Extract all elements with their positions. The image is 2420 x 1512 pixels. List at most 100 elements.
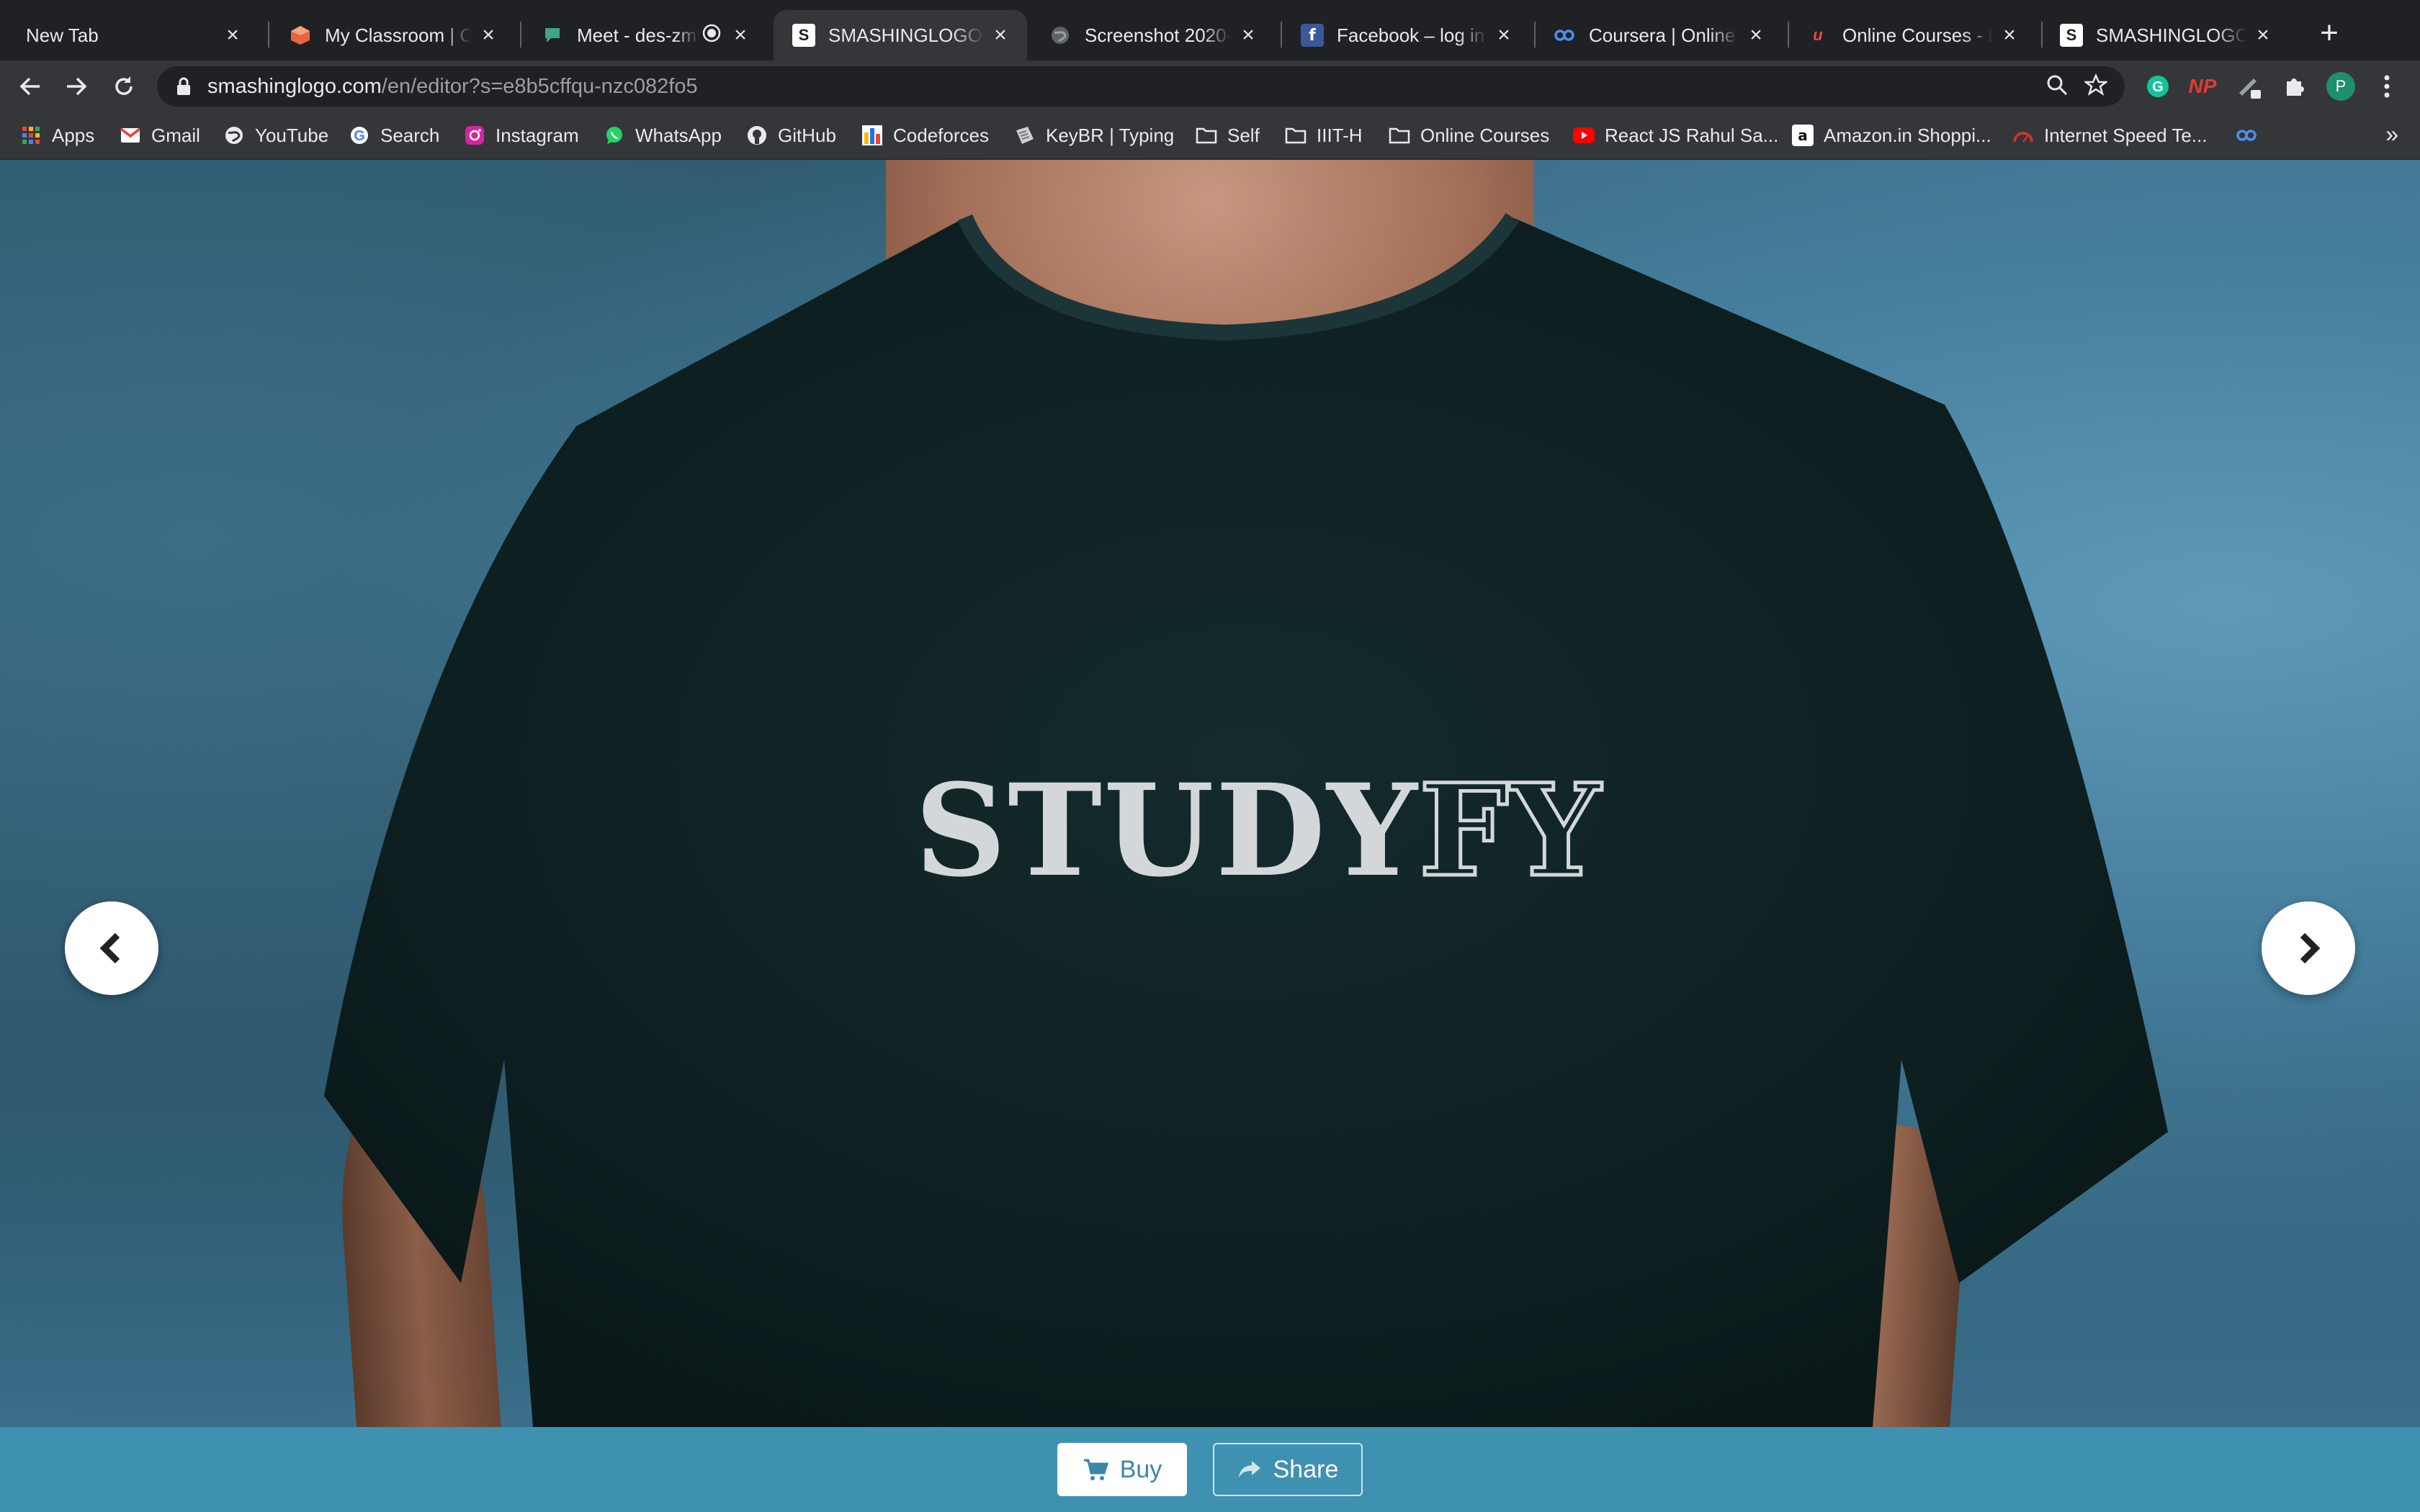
bookmark-label: Gmail [151,124,200,146]
new-tab-button[interactable]: + [2312,16,2347,50]
bookmark-label: IIIT-H [1317,124,1363,146]
tab-title: Coursera | Online Courses [1589,24,1739,46]
close-icon[interactable]: × [730,23,751,48]
bookmark-label: Online Courses [1420,124,1550,146]
facebook-icon: f [1301,24,1324,47]
forward-button[interactable] [58,68,95,105]
tab-smashinglogo-active[interactable]: S SMASHINGLOGO | Editor × [774,10,1027,60]
reload-icon [115,76,133,95]
profile-avatar[interactable]: P [2325,71,2357,102]
bookmark-label: Codeforces [893,124,989,146]
folder-icon [1389,125,1410,146]
close-icon[interactable]: × [1237,23,1259,48]
bookmark-folder-online-courses[interactable]: Online Courses [1389,121,1549,150]
bookmark-react-js[interactable]: React JS Rahul Sa... [1573,121,1778,150]
keybr-icon [1014,125,1036,146]
bookmark-instagram[interactable]: Instagram [464,121,579,150]
lock-icon [176,77,192,96]
logo-outline-part: FY [1417,756,1603,905]
folder-icon [1196,125,1217,146]
tab-new-tab[interactable]: New Tab × [7,10,259,60]
bookmark-label: YouTube [255,124,329,146]
chevron-right-icon [2300,932,2321,964]
udemy-icon: u [1813,26,1823,44]
bookmark-star-icon[interactable] [2083,73,2109,100]
tab-title: Facebook – log in or sign up [1337,24,1487,46]
pen-extension-icon[interactable] [2233,71,2264,102]
bookmark-folder-iiit-h[interactable]: IIIT-H [1285,121,1363,150]
extensions-puzzle-icon[interactable] [2279,71,2311,102]
design-logo-text: STUDY FY [915,750,1603,905]
bookmark-gmail[interactable]: Gmail [120,121,200,150]
tab-title: SMASHINGLOGO | Editor [828,24,984,46]
tab-screenshot[interactable]: Screenshot 2020-10 × [1030,10,1275,60]
bookmark-label: Instagram [496,124,579,146]
url-path: /en/editor?s=e8b5cffqu-nzc082fo5 [381,74,698,98]
bookmark-amazon[interactable]: a Amazon.in Shoppi... [1792,121,1991,150]
svg-text:G: G [354,128,365,144]
bookmark-github[interactable]: GitHub [746,121,836,150]
bookmarks-overflow-button[interactable]: » [2385,121,2398,148]
arrow-left-icon [19,77,40,96]
google-icon: G [349,125,370,146]
bookmark-label: Apps [52,124,95,146]
svg-text:G: G [2152,79,2164,95]
bookmark-whatsapp[interactable]: WhatsApp [604,121,722,150]
bookmark-keybr[interactable]: KeyBR | Typing [1014,121,1174,150]
back-button[interactable] [12,68,49,105]
menu-kebab-icon[interactable] [2371,71,2403,102]
bookmark-codeforces[interactable]: Codeforces [861,121,989,150]
buy-button[interactable]: Buy [1057,1443,1187,1496]
tab-title: Meet - des-zmh [577,24,699,46]
github-icon [746,125,768,146]
tab-facebook[interactable]: f Facebook – log in or sign up × [1282,10,1531,60]
chevron-left-icon [99,932,120,964]
close-icon[interactable]: × [2252,23,2274,48]
carousel-next-button[interactable] [2262,901,2355,995]
coursera-icon [1553,24,1576,47]
classroom-icon [289,24,312,47]
tab-coursera[interactable]: Coursera | Online Courses × [1534,10,1783,60]
close-icon[interactable]: × [222,23,243,48]
smashinglogo-icon: S [2060,24,2083,47]
bookmark-youtube[interactable]: YouTube [223,121,328,150]
bookmark-label: React JS Rahul Sa... [1605,124,1779,146]
carousel-prev-button[interactable] [65,901,158,995]
close-icon[interactable]: × [990,23,1011,48]
zoom-icon[interactable] [2045,73,2069,100]
youtube-icon [1573,125,1595,146]
tab-title: Screenshot 2020-10 [1085,24,1232,46]
url-host: smashinglogo.com [207,74,382,98]
whatsapp-icon [604,125,625,146]
tab-smashinglogo[interactable]: S SMASHINGLOGO | Editor × [2041,10,2290,60]
apps-grid-icon [20,125,42,146]
close-icon[interactable]: × [1745,23,1767,48]
reload-button[interactable] [105,68,143,105]
url-text: smashinglogo.com/en/editor?s=e8b5cffqu-n… [207,75,698,99]
address-bar[interactable]: smashinglogo.com/en/editor?s=e8b5cffqu-n… [157,66,2125,107]
bookmark-coursera[interactable] [2236,121,2267,150]
tab-my-classroom[interactable]: My Classroom | C++ × [270,10,515,60]
tab-meet[interactable]: Meet - des-zmh × [522,10,767,60]
tshirt-mockup-preview: STUDY FY [0,160,2420,1427]
browser-toolbar: smashinglogo.com/en/editor?s=e8b5cffqu-n… [0,60,2420,112]
grammarly-icon[interactable]: G [2142,71,2174,102]
bookmark-folder-self[interactable]: Self [1196,121,1260,150]
np-extension-icon[interactable]: NP [2187,71,2218,102]
recording-icon [702,24,721,48]
avatar-initial: P [2326,72,2355,101]
close-icon[interactable]: × [1999,23,2020,48]
close-icon[interactable]: × [1493,23,1515,48]
bookmark-search[interactable]: G Search [349,121,439,150]
speedtest-icon [2012,125,2034,146]
bookmark-apps[interactable]: Apps [20,121,94,150]
bookmark-label: Amazon.in Shoppi... [1824,124,1991,146]
share-button[interactable]: Share [1213,1443,1363,1496]
bookmark-label: Internet Speed Te... [2044,124,2208,146]
arrow-right-icon [67,77,87,96]
bookmark-internet-speed[interactable]: Internet Speed Te... [2012,121,2207,150]
close-icon[interactable]: × [478,23,499,48]
tab-title: New Tab [26,24,99,46]
tab-online-courses[interactable]: u Online Courses - Learn × [1788,10,2036,60]
tab-title: My Classroom | C++ [325,24,472,46]
